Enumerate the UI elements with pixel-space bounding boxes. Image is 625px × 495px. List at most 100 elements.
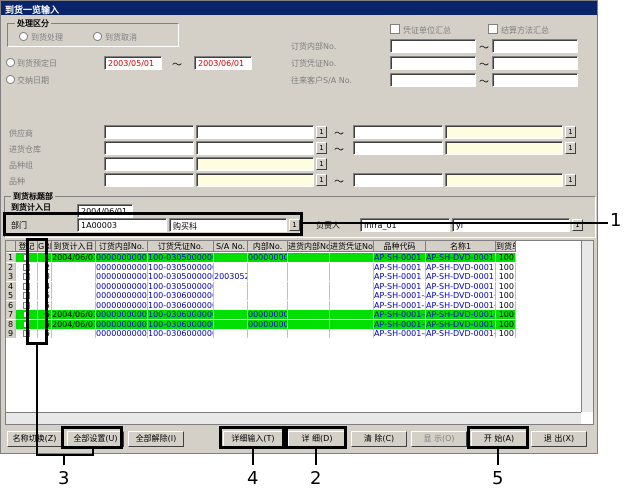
warehouse-label: 进货仓库 xyxy=(9,145,41,154)
exit-button[interactable]: 退 出(X) xyxy=(531,431,587,447)
checkbox-settle-summary[interactable] xyxy=(488,24,498,34)
person-name-input[interactable]: yi xyxy=(452,218,570,232)
item-code-to-input[interactable] xyxy=(353,173,443,187)
item-name-to-input[interactable] xyxy=(445,173,563,187)
radio-arrive-cancel[interactable] xyxy=(93,32,102,41)
item-to-lookup-button[interactable]: 1 xyxy=(565,174,576,186)
annot-box-detail-input xyxy=(219,426,285,449)
grid-col-header[interactable]: 到货计入日 xyxy=(52,241,96,252)
table-cell-vou: 100-030600000001 xyxy=(148,291,214,300)
table-row[interactable]: 44000000000007100-030500000007AP-SH-0001… xyxy=(6,281,516,291)
deselect-all-button[interactable]: 全部解除(I) xyxy=(128,431,184,447)
table-cell-code: AP-SH-0001-c xyxy=(374,310,426,319)
table-row[interactable]: 55000000000011100-030600000001AP-SH-0001… xyxy=(6,291,516,300)
table-row[interactable]: 852004/06/01000000000011100-030600000001… xyxy=(6,319,516,329)
order-voucher-label: 订货凭证No. xyxy=(291,59,337,68)
table-cell-pvo xyxy=(330,329,374,338)
customer-to[interactable] xyxy=(492,73,578,87)
warehouse-code-to-input[interactable] xyxy=(353,141,443,155)
grid-vscrollbar[interactable] xyxy=(581,241,593,412)
supplier-name-to-input[interactable] xyxy=(445,125,563,139)
table-cell-pin xyxy=(288,281,330,291)
item-lookup-button[interactable]: 1 xyxy=(316,174,327,186)
grid-col-header[interactable]: S/A No. xyxy=(214,241,248,252)
table-cell-vou: 100-030500000004 xyxy=(148,272,214,281)
table-row[interactable]: 22000000000002100-030500000002AP-SH-0001… xyxy=(6,262,516,272)
order-voucher-from[interactable] xyxy=(390,56,476,70)
grid-hscrollbar[interactable] xyxy=(6,412,581,424)
annot-box-detail xyxy=(285,426,347,449)
group-lookup-button[interactable]: 1 xyxy=(316,158,327,170)
radio-arrive-process[interactable] xyxy=(19,32,28,41)
annot-line-4 xyxy=(252,449,254,465)
grid-col-header[interactable]: 品种代码 xyxy=(374,241,426,252)
table-cell-pin xyxy=(288,329,330,338)
order-no-from[interactable] xyxy=(390,39,476,53)
annot-line-1 xyxy=(303,222,608,224)
order-no-tilde: ～ xyxy=(479,43,489,54)
table-cell-inn: 000000000014 xyxy=(248,319,288,329)
table-cell-pvo xyxy=(330,300,374,310)
table-cell-q: 100 xyxy=(496,262,516,272)
table-cell-q: 100 xyxy=(496,291,516,300)
item-name-input[interactable] xyxy=(196,173,314,187)
table-row[interactable]: 65000000000011100-030600000001AP-SH-0001… xyxy=(6,300,516,310)
table-cell-name: AP-SH-DVD-0001子品种e xyxy=(426,329,496,338)
order-no-to[interactable] xyxy=(492,39,578,53)
grid-col-header[interactable]: 订货凭证No. xyxy=(148,241,214,252)
date-to-input[interactable]: 2003/06/01 xyxy=(194,56,252,70)
table-cell-vou: 100-030500000007 xyxy=(148,281,214,291)
table-row[interactable]: 33000000000004100-03050000000420030520AP… xyxy=(6,272,516,281)
radio-arrive-date[interactable] xyxy=(6,58,15,67)
table-cell-pin xyxy=(288,319,330,329)
warehouse-lookup-button[interactable]: 1 xyxy=(316,142,327,154)
supplier-code-to-input[interactable] xyxy=(353,125,443,139)
table-row[interactable]: 95000000000011100-030600000001AP-SH-0001… xyxy=(6,329,516,338)
grid-col-header[interactable]: 到货单 xyxy=(496,241,516,252)
grid-col-header[interactable]: 进货内部No xyxy=(288,241,330,252)
group-name-input[interactable] xyxy=(196,157,314,171)
table-cell-name: AP-SH-DVD-0001 xyxy=(426,272,496,281)
clear-button[interactable]: 清 除(C) xyxy=(351,431,407,447)
table-cell-q: 100 xyxy=(496,319,516,329)
date-from-input[interactable]: 2003/05/01 xyxy=(104,56,162,70)
checkbox-settle-summary-label: 结算方法汇总 xyxy=(501,26,549,35)
warehouse-name-to-input[interactable] xyxy=(445,141,563,155)
name-switch-button[interactable]: 名称切换(Z) xyxy=(7,431,62,447)
grid-col-header[interactable]: 内部No. xyxy=(248,241,288,252)
table-cell-inn xyxy=(248,281,288,291)
warehouse-name-input[interactable] xyxy=(196,141,314,155)
customer-from[interactable] xyxy=(390,73,476,87)
grid-col-header[interactable]: 订货内部No. xyxy=(96,241,148,252)
table-cell-code: AP-SH-0001 xyxy=(374,253,426,262)
person-lookup-button[interactable]: 1 xyxy=(572,219,583,231)
table-cell-pvo xyxy=(330,281,374,291)
table-cell-ord: 000000000011 xyxy=(96,319,148,329)
radio-arrive-process-label: 到货处理 xyxy=(31,33,63,42)
warehouse-code-input[interactable] xyxy=(104,141,194,155)
supplier-lookup-button[interactable]: 1 xyxy=(316,126,327,138)
customer-tilde: ～ xyxy=(479,77,489,88)
table-cell-pin xyxy=(288,253,330,262)
table-row[interactable]: 112004/06/01000000000001100-030500000001… xyxy=(6,253,516,262)
supplier-name-input[interactable] xyxy=(196,125,314,139)
supplier-code-input[interactable] xyxy=(104,125,194,139)
table-cell-q: 100 xyxy=(496,253,516,262)
annot-box-start xyxy=(467,426,529,449)
item-code-input[interactable] xyxy=(104,173,194,187)
table-cell-code: AP-SH-0001-a xyxy=(374,291,426,300)
warehouse-to-lookup-button[interactable]: 1 xyxy=(565,142,576,154)
person-code-input[interactable]: Infra_01 xyxy=(360,218,450,232)
grid-col-header[interactable]: 进货凭证No. xyxy=(330,241,374,252)
supplier-to-lookup-button[interactable]: 1 xyxy=(565,126,576,138)
arrival-grid[interactable]: 登记GRP到货计入日订货内部No.订货凭证No.S/A No.内部No.进货内部… xyxy=(5,240,594,425)
table-row[interactable]: 752004/06/01000000000011100-030600000001… xyxy=(6,310,516,319)
checkbox-voucher-summary[interactable] xyxy=(390,24,400,34)
row-number: 4 xyxy=(6,281,16,291)
grid-col-header[interactable]: 名称1 xyxy=(426,241,496,252)
radio-deliver-date[interactable] xyxy=(6,75,15,84)
order-no-label: 订货内部No. xyxy=(291,42,337,51)
order-voucher-to[interactable] xyxy=(492,56,578,70)
group-code-input[interactable] xyxy=(104,157,194,171)
display-button[interactable]: 显 示(O) xyxy=(411,431,467,447)
